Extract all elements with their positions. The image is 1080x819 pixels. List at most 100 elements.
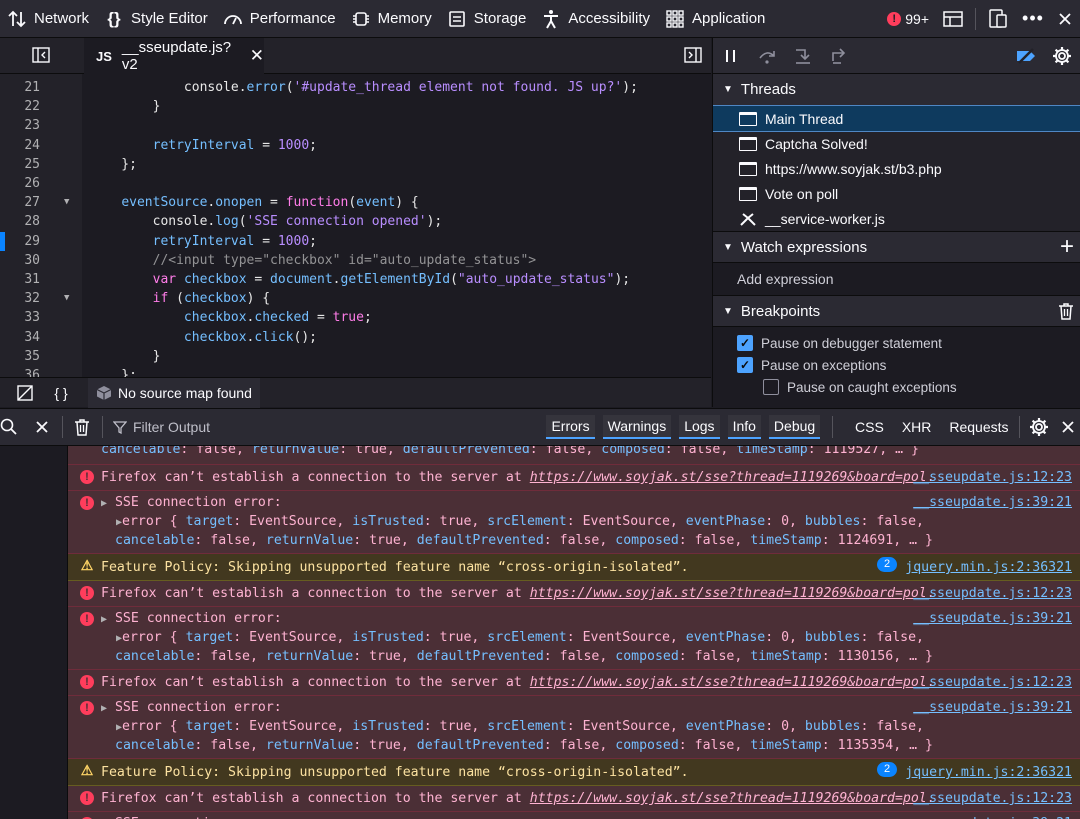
code-line[interactable]: 28 console.log('SSE connection opened'); — [0, 212, 711, 231]
filter-css-button[interactable]: CSS — [855, 419, 884, 435]
line-number[interactable]: 27 — [0, 193, 40, 212]
tab-style-editor[interactable]: {} Style Editor — [97, 0, 216, 38]
console-error-message[interactable]: ! Firefox can’t establish a connection to… — [68, 786, 1080, 812]
checkbox[interactable] — [763, 379, 779, 395]
filter-warnings-button[interactable]: Warnings — [602, 415, 672, 439]
error-count-badge[interactable]: ! 99+ — [881, 0, 935, 38]
clear-console-icon[interactable] — [66, 408, 98, 446]
thread-item[interactable]: Main Thread — [713, 105, 1080, 132]
source-link[interactable]: __sseupdate.js:39:21 — [913, 493, 1072, 512]
toggle-split-console-icon[interactable] — [935, 0, 971, 38]
step-out-icon[interactable] — [821, 38, 857, 74]
breakpoint-option[interactable]: ✓ Pause on exceptions — [713, 354, 1080, 376]
tab-storage[interactable]: Storage — [440, 0, 535, 38]
line-number[interactable]: 22 — [0, 97, 40, 116]
trash-icon[interactable] — [1058, 302, 1074, 320]
code-line[interactable]: 32 ▼ if (checkbox) { — [0, 289, 711, 308]
step-over-icon[interactable] — [749, 38, 785, 74]
checkbox[interactable]: ✓ — [737, 357, 753, 373]
code-line[interactable]: 24 retryInterval = 1000; — [0, 136, 711, 155]
source-link[interactable]: __sseupdate.js:12:23 — [913, 789, 1072, 808]
console-error-message[interactable]: ! ▶ SSE connection error: ▶error { target:… — [68, 696, 1080, 759]
line-number[interactable]: 34 — [0, 328, 40, 347]
step-in-icon[interactable] — [785, 38, 821, 74]
console-warning-message[interactable]: ⚠ Feature Policy: Skipping unsupported fe… — [68, 554, 1080, 581]
close-split-console-icon[interactable] — [1055, 408, 1080, 446]
source-link[interactable]: __sseupdate.js:39:21 — [913, 698, 1072, 717]
line-number[interactable]: 28 — [0, 212, 40, 231]
close-icon[interactable]: ✕ — [250, 46, 264, 66]
source-link[interactable]: __sseupdate.js:39:21 — [913, 814, 1072, 819]
watch-header[interactable]: ▼ Watch expressions + — [713, 231, 1080, 263]
filter-xhr-button[interactable]: XHR — [902, 419, 932, 435]
code-line[interactable]: 29 retryInterval = 1000; — [0, 232, 711, 251]
code-line[interactable]: 22 } — [0, 97, 711, 116]
message-detail[interactable]: ▶error { target: EventSource, isTrusted:… — [116, 628, 924, 648]
breakpoint-option[interactable]: Pause on caught exceptions — [713, 376, 1080, 398]
tab-application[interactable]: Application — [658, 0, 773, 38]
zoom-icon[interactable] — [0, 408, 18, 446]
breakpoints-header[interactable]: ▼ Breakpoints — [713, 295, 1080, 327]
tab-memory[interactable]: Memory — [344, 0, 440, 38]
line-number[interactable]: 30 — [0, 251, 40, 270]
tab-network[interactable]: Network — [0, 0, 97, 38]
code-line[interactable]: 27 ▼ eventSource.onopen = function(event)… — [0, 193, 711, 212]
tab-accessibility[interactable]: Accessibility — [534, 0, 658, 38]
line-number[interactable]: 24 — [0, 136, 40, 155]
responsive-design-icon[interactable] — [980, 0, 1016, 38]
message-detail[interactable]: ▶error { target: EventSource, isTrusted:… — [116, 512, 924, 532]
source-link[interactable]: __sseupdate.js:12:23 — [913, 468, 1072, 487]
breakpoint-option[interactable]: ✓ Pause on debugger statement — [713, 332, 1080, 354]
filter-debug-button[interactable]: Debug — [768, 415, 821, 439]
filter-output-input[interactable]: Filter Output — [107, 419, 474, 435]
line-number[interactable]: 25 — [0, 155, 40, 174]
code-line[interactable]: 30 //<input type="checkbox" id="auto_upd… — [0, 251, 711, 270]
checkbox[interactable]: ✓ — [737, 335, 753, 351]
console-settings-icon[interactable] — [1023, 408, 1055, 446]
line-number[interactable]: 26 — [0, 174, 40, 193]
code-line[interactable]: 23 — [0, 116, 711, 135]
line-number[interactable]: 21 — [0, 78, 40, 97]
tab-performance[interactable]: Performance — [216, 0, 344, 38]
console-error-message[interactable]: ! ▶ SSE connection error: ▶error { target:… — [68, 607, 1080, 670]
source-link[interactable]: __sseupdate.js:39:21 — [913, 609, 1072, 628]
source-link[interactable]: __sseupdate.js:12:23 — [913, 584, 1072, 603]
code-line[interactable]: 34 checkbox.click(); — [0, 328, 711, 347]
code-editor[interactable]: 21 console.error('#update_thread element… — [0, 74, 711, 377]
filter-requests-button[interactable]: Requests — [949, 419, 1008, 435]
console-error-message[interactable]: ! Firefox can’t establish a connection to… — [68, 581, 1080, 607]
code-line[interactable]: 33 checkbox.checked = true; — [0, 308, 711, 327]
message-detail[interactable]: ▶error { target: EventSource, isTrusted:… — [116, 717, 924, 737]
code-line[interactable]: 36 }; — [0, 366, 711, 377]
toggle-sidebar-icon[interactable] — [684, 47, 702, 66]
line-number[interactable]: 23 — [0, 116, 40, 135]
close-icon[interactable] — [26, 408, 58, 446]
fold-toggle-icon[interactable]: ▼ — [64, 289, 69, 308]
threads-header[interactable]: ▼ Threads — [713, 74, 1080, 106]
filter-errors-button[interactable]: Errors — [546, 415, 595, 439]
close-devtools-icon[interactable] — [1050, 0, 1080, 38]
source-link[interactable]: jquery.min.js:2:36321 — [905, 763, 1072, 782]
console-error-message[interactable]: cancelable: false, returnValue: true, de… — [68, 446, 1080, 465]
ignore-source-icon[interactable] — [10, 378, 40, 408]
pretty-print-button[interactable]: { } — [46, 378, 76, 408]
line-number[interactable]: 35 — [0, 347, 40, 366]
source-link[interactable]: jquery.min.js:2:36321 — [905, 558, 1072, 577]
toggle-sources-icon[interactable] — [32, 47, 50, 66]
console-output[interactable]: cancelable: false, returnValue: true, de… — [68, 446, 1080, 819]
add-watch-icon[interactable]: + — [1060, 235, 1074, 259]
console-error-message[interactable]: !▶ SSE connection error:__sseupdate.js:3… — [68, 812, 1080, 819]
filter-info-button[interactable]: Info — [727, 415, 761, 439]
file-tab[interactable]: JS __sseupdate.js?v2 ✕ — [84, 38, 264, 74]
code-line[interactable]: 35 } — [0, 347, 711, 366]
line-number[interactable]: 29 — [0, 232, 40, 251]
more-options-icon[interactable]: ••• — [1016, 0, 1050, 38]
console-warning-message[interactable]: ⚠ Feature Policy: Skipping unsupported fe… — [68, 759, 1080, 786]
pause-icon[interactable] — [713, 38, 749, 74]
code-line[interactable]: 26 — [0, 174, 711, 193]
line-number[interactable]: 36 — [0, 366, 40, 377]
code-line[interactable]: 31 var checkbox = document.getElementByI… — [0, 270, 711, 289]
filter-logs-button[interactable]: Logs — [679, 415, 720, 439]
thread-item[interactable]: Vote on poll — [713, 181, 1080, 206]
code-line[interactable]: 21 console.error('#update_thread element… — [0, 78, 711, 97]
